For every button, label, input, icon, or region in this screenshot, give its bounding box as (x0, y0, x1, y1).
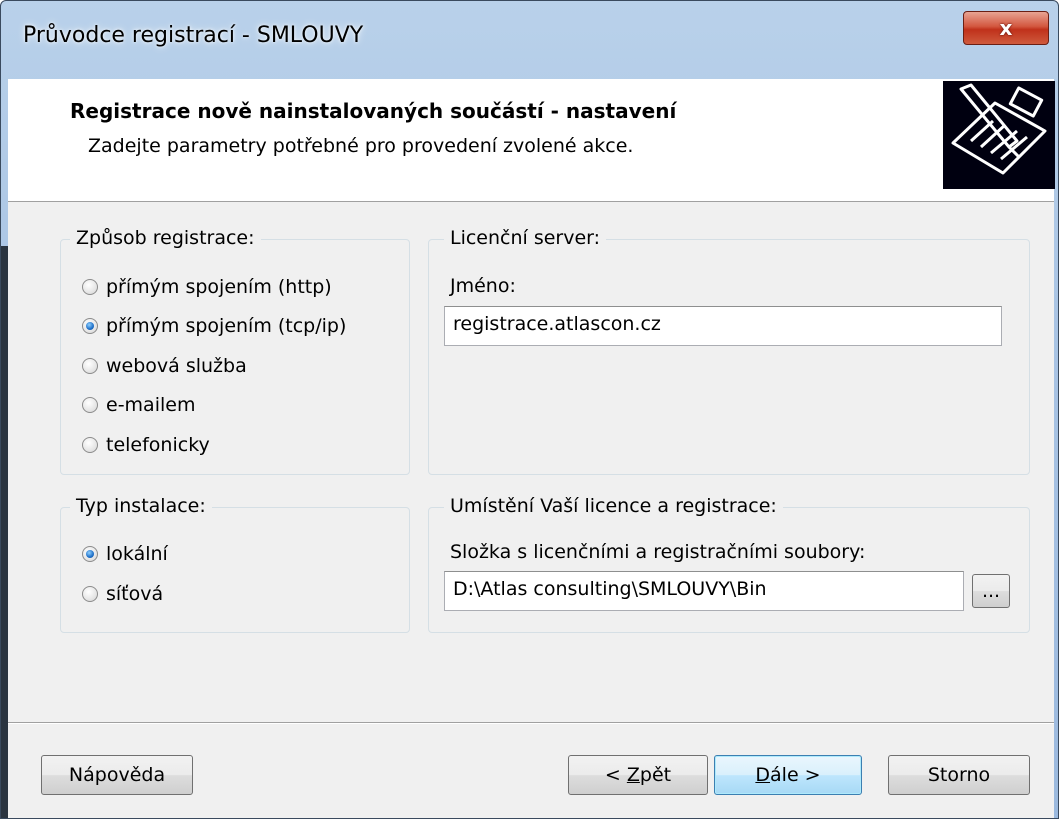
radio-network[interactable]: síťová (82, 583, 163, 605)
license-folder-input[interactable]: D:\Atlas consulting\SMLOUVY\Bin (444, 571, 964, 611)
radio-button[interactable] (82, 437, 98, 453)
radio-label: telefonicky (106, 434, 210, 456)
browse-folder-button[interactable]: ... (972, 574, 1010, 608)
header-title: Registrace nově nainstalovaných součástí… (70, 99, 677, 123)
window-title: Průvodce registrací - SMLOUVY (23, 23, 364, 48)
back-mnemonic: Z (626, 764, 640, 786)
radio-direct-tcpip[interactable]: přímým spojením (tcp/ip) (82, 315, 346, 337)
radio-label: e-mailem (106, 394, 196, 416)
radio-button-selected[interactable] (82, 318, 98, 334)
radio-label: síťová (106, 583, 164, 605)
header-subtitle: Zadejte parametry potřebné pro provedení… (88, 135, 634, 157)
window-shadow-edge (1, 246, 8, 818)
close-button[interactable]: x (963, 11, 1049, 45)
back-button-label: < Zpět (605, 764, 671, 786)
dialog-client-area: Registrace nově nainstalovaných součástí… (8, 79, 1055, 818)
next-mnemonic: D (755, 764, 771, 786)
footer-divider (8, 722, 1054, 724)
install-type-title: Typ instalace: (70, 495, 212, 517)
back-rest: pět (639, 764, 672, 786)
radio-button[interactable] (82, 397, 98, 413)
browse-label: ... (981, 580, 1001, 602)
registration-method-title: Způsob registrace: (70, 227, 261, 249)
wizard-window: Průvodce registrací - SMLOUVY x Registra… (0, 0, 1059, 819)
cancel-button-label: Storno (927, 764, 991, 786)
next-rest: ále > (770, 764, 821, 786)
radio-label: lokální (106, 543, 168, 565)
server-name-label: Jméno: (450, 275, 516, 297)
radio-label: přímým spojením (http) (106, 276, 332, 298)
license-server-group (428, 239, 1030, 475)
radio-button[interactable] (82, 586, 98, 602)
help-button-label: Nápověda (68, 764, 166, 786)
radio-phone[interactable]: telefonicky (82, 434, 210, 456)
license-location-title: Umístění Vaší licence a registrace: (444, 495, 783, 517)
radio-label: přímým spojením (tcp/ip) (106, 315, 347, 337)
radio-local[interactable]: lokální (82, 543, 168, 565)
back-button[interactable]: < Zpět (568, 755, 708, 795)
close-icon: x (999, 16, 1013, 40)
next-button[interactable]: Dále > (714, 755, 862, 795)
help-button[interactable]: Nápověda (41, 755, 193, 795)
radio-button-selected[interactable] (82, 546, 98, 562)
radio-button[interactable] (82, 358, 98, 374)
radio-button[interactable] (82, 279, 98, 295)
license-server-title: Licenční server: (444, 227, 607, 249)
cancel-button[interactable]: Storno (888, 755, 1030, 795)
radio-label: webová služba (106, 355, 247, 377)
radio-email[interactable]: e-mailem (82, 394, 195, 416)
install-type-group (60, 507, 410, 633)
server-name-input[interactable]: registrace.atlascon.cz (444, 306, 1002, 346)
title-bar[interactable]: Průvodce registrací - SMLOUVY x (1, 1, 1058, 79)
wizard-document-pen-icon (943, 81, 1055, 189)
back-prefix: < (604, 764, 627, 786)
radio-web-service[interactable]: webová služba (82, 355, 247, 377)
license-location-group (428, 507, 1030, 633)
wizard-header: Registrace nově nainstalovaných součástí… (8, 79, 1055, 202)
next-button-label: Dále > (755, 764, 820, 786)
radio-direct-http[interactable]: přímým spojením (http) (82, 276, 332, 298)
license-folder-label: Složka s licenčními a registračními soub… (450, 541, 866, 563)
